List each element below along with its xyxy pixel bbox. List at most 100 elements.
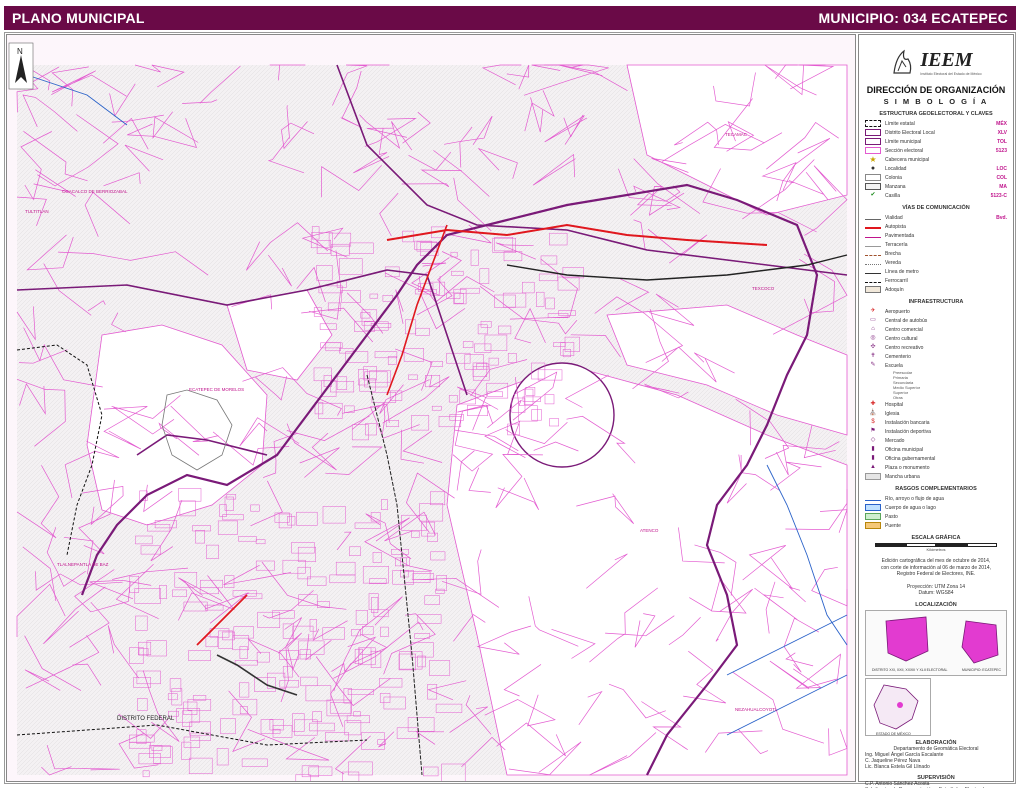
- ieem-logo: IEEM Instituto Electoral del Estado de M…: [865, 43, 1007, 81]
- location-inset-district: DISTRITO XXI, XXII, XXXIII Y XLII ELECTO…: [865, 609, 1007, 676]
- legend-row: ✣ Centro recreativo: [865, 343, 1007, 352]
- legend-row: ▮ Oficina municipal: [865, 445, 1007, 454]
- legend-label: Sección electoral: [885, 147, 924, 154]
- header-left-title: PLANO MUNICIPAL: [12, 10, 145, 26]
- svg-text:DISTRITO XXI, XXII, XXXIII Y X: DISTRITO XXI, XXII, XXXIII Y XLII ELECTO…: [872, 668, 947, 672]
- supervision-people: C.P. Antonio Sánchez AcostaSubdirector d…: [865, 781, 1007, 788]
- svg-text:MUNICIPIO: ECATEPEC: MUNICIPIO: ECATEPEC: [962, 668, 1001, 672]
- river-line-icon: [865, 499, 881, 501]
- projection-note: Proyección: UTM Zona 14 Datum: WGS84: [865, 584, 1007, 597]
- urban-box-icon: [865, 473, 881, 480]
- district-limit-icon: [865, 129, 881, 136]
- manzana-icon: [865, 183, 881, 190]
- legend-row: Ferrocarril: [865, 276, 1007, 285]
- logo-subtitle: Instituto Electoral del Estado de México: [920, 71, 982, 76]
- legend-label: Río, arroyo o flujo de agua: [885, 495, 944, 502]
- legend-label: Pasto: [885, 513, 898, 520]
- legend-row: Cuerpo de agua o lago: [865, 503, 1007, 512]
- legend-row: Adoquín: [865, 285, 1007, 294]
- legend-row: Línea de metro: [865, 267, 1007, 276]
- location-inset-state: ESTADO DE MÉXICO: [865, 677, 931, 736]
- edition-note: Edición cartográfica del mes de octubre …: [865, 558, 1007, 578]
- legend-code: MA: [999, 183, 1007, 190]
- bridge-box-icon: [865, 522, 881, 529]
- legend-label: Adoquín: [885, 286, 904, 293]
- legend-label: Localidad: [885, 165, 907, 172]
- bus-icon: ▭: [870, 317, 876, 323]
- legend-row: Autopista: [865, 222, 1007, 231]
- legend-row: ✝ Cementerio: [865, 352, 1007, 361]
- legend-label: Puente: [885, 522, 901, 529]
- projection-line: Datum: WGS84: [918, 590, 954, 596]
- metro-line-icon: [865, 272, 881, 274]
- legend-infra-2: ✚ Hospital ⛪ Iglesia $ Instalación bancaria ⚑ I…: [865, 400, 1007, 481]
- legend-label: Mercado: [885, 437, 905, 444]
- lake-box-icon: [865, 504, 881, 511]
- north-label: N: [17, 47, 23, 56]
- road-line-icon: [865, 218, 881, 220]
- legend-label: Plaza o monumento: [885, 464, 930, 471]
- section-limit-icon: [865, 147, 881, 154]
- legend-row: Sección electoral 5123: [865, 146, 1007, 155]
- legend-label: Pavimentada: [885, 232, 915, 239]
- legend-panel: IEEM Instituto Electoral del Estado de M…: [858, 34, 1014, 788]
- legend-code: COL: [996, 174, 1007, 181]
- map-label: TLALNEPANTLA DE BAZ: [57, 562, 109, 567]
- legend-label: Cuerpo de agua o lago: [885, 504, 936, 511]
- market-icon: ◇: [870, 437, 876, 443]
- legend-label: Distrito Electoral Local: [885, 129, 935, 136]
- legend-row: ✎ Escuela: [865, 361, 1007, 370]
- legend-vias: Vialidad Bvd. Autopista Pavimentada Terracer…: [865, 213, 1007, 294]
- legend-label: Instalación bancaria: [885, 419, 930, 426]
- legend-label: Límite municipal: [885, 138, 922, 145]
- map-canvas[interactable]: N TECAMAC COACALCO DE BERRIOZABAL TULTITLA…: [7, 35, 856, 782]
- legend-row: Vereda: [865, 258, 1007, 267]
- map-label: DISTRITO FEDERAL: [117, 716, 175, 722]
- legend-infra: ✈ Aeropuerto ▭ Central de autobús ⌂ Centro co…: [865, 307, 1007, 370]
- sport-icon: ⚑: [870, 428, 876, 434]
- grass-box-icon: [865, 513, 881, 520]
- legend-row: ▲ Plaza o monumento: [865, 463, 1007, 472]
- logo-mark-icon: [893, 49, 912, 74]
- bank-icon: $: [871, 419, 875, 425]
- map-header: PLANO MUNICIPAL MUNICIPIO: 034 ECATEPEC: [4, 6, 1016, 30]
- legend-row: $ Instalación bancaria: [865, 418, 1007, 427]
- legend-label: Centro cultural: [885, 335, 918, 342]
- legend-label: Cabecera municipal: [885, 156, 930, 163]
- map-label: ATENCO: [640, 528, 659, 533]
- legend-label: Cementerio: [885, 353, 911, 360]
- legend-row: ▮ Oficina gubernamental: [865, 454, 1007, 463]
- legend-row: ⌂ Centro comercial: [865, 325, 1007, 334]
- legend-label: Mancha urbana: [885, 473, 920, 480]
- legend-code: MÉX: [996, 120, 1007, 127]
- legend-label: Autopista: [885, 223, 906, 230]
- legend-code: XLV: [997, 129, 1007, 136]
- sec-localizacion: LOCALIZACIÓN: [915, 601, 957, 608]
- legend-label: Iglesia: [885, 410, 900, 417]
- legend-row: Mancha urbana: [865, 472, 1007, 481]
- municipal-limit-icon: [865, 138, 881, 145]
- legend-label: Oficina gubernamental: [885, 455, 936, 462]
- legend-row: Manzana MA: [865, 182, 1007, 191]
- map-label: NEZAHUALCOYOTL: [735, 707, 778, 712]
- logo-text: IEEM: [920, 48, 973, 71]
- edition-note-line: Edición cartográfica del mes de octubre …: [881, 558, 991, 564]
- legend-label: Oficina municipal: [885, 446, 924, 453]
- legend-row: Pasto: [865, 512, 1007, 521]
- legend-row: ★ Cabecera municipal: [865, 155, 1007, 164]
- colonia-icon: [865, 174, 881, 181]
- legend-label: Línea de metro: [885, 268, 919, 275]
- legend-escuela-sub: Preescolar Primaria Secundaria Medio Superi…: [865, 370, 1007, 400]
- municipal-map[interactable]: N TECAMAC COACALCO DE BERRIOZABAL TULTITLA…: [6, 34, 856, 782]
- legend-label: Central de autobús: [885, 317, 928, 324]
- airport-icon: ✈: [870, 308, 876, 314]
- legend-code: TOL: [997, 138, 1007, 145]
- sec-vias: VÍAS DE COMUNICACIÓN: [902, 205, 970, 211]
- recreation-icon: ✣: [870, 344, 876, 350]
- office-icon: ▮: [871, 446, 875, 452]
- legend-label: Manzana: [885, 183, 906, 190]
- legend-label: Vialidad: [885, 214, 903, 221]
- legend-row: Terracería: [865, 240, 1007, 249]
- path-line-icon: [865, 263, 881, 265]
- monument-icon: ▲: [870, 464, 876, 470]
